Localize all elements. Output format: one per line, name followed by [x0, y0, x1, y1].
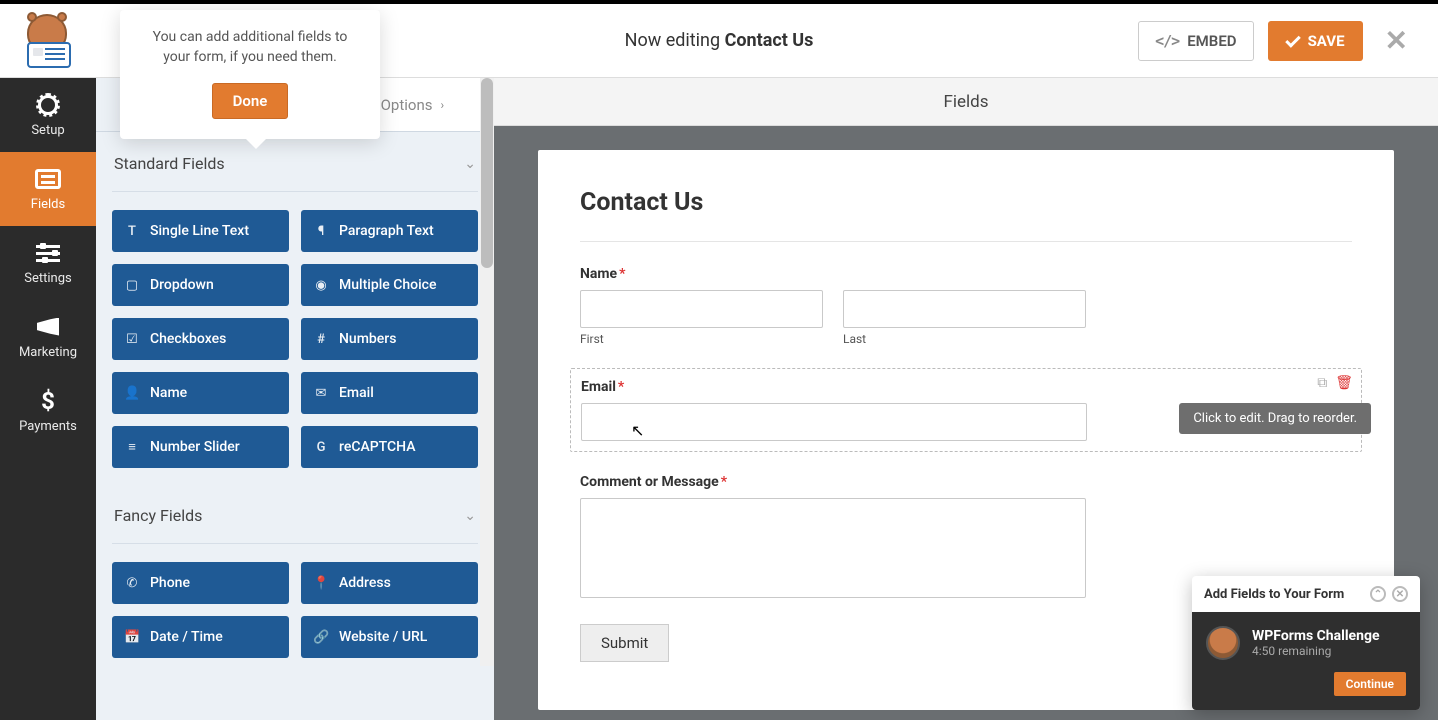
- form-title: Contact Us: [580, 188, 1352, 242]
- field-type-label: Paragraph Text: [339, 223, 434, 239]
- challenge-widget: Add Fields to Your Form ⌃ ✕ WPForms Chal…: [1192, 576, 1420, 710]
- challenge-collapse-icon[interactable]: ⌃: [1370, 586, 1386, 602]
- numbers-icon: #: [313, 332, 329, 347]
- chevron-down-icon: ⌄: [464, 156, 476, 172]
- embed-button[interactable]: </> EMBED: [1138, 21, 1253, 61]
- field-type-label: Numbers: [339, 331, 396, 347]
- field-type-date-time[interactable]: 📅 Date / Time: [112, 616, 289, 658]
- field-type-numbers[interactable]: # Numbers: [301, 318, 478, 360]
- field-email-selected[interactable]: ⧉ 🗑 Email* Click to edit. Drag to reorde…: [570, 368, 1362, 452]
- nav-fields[interactable]: Fields: [0, 152, 96, 226]
- field-type-checkboxes[interactable]: ☑ Checkboxes: [112, 318, 289, 360]
- field-type-label: Multiple Choice: [339, 277, 436, 293]
- field-type-multiple-choice[interactable]: ◉ Multiple Choice: [301, 264, 478, 306]
- recaptcha-icon: G: [313, 440, 329, 455]
- dropdown-icon: ▢: [124, 278, 140, 293]
- field-type-label: Email: [339, 385, 374, 401]
- name-icon: 👤: [124, 386, 140, 401]
- gear-icon: [38, 95, 58, 115]
- paragraph-text-icon: ¶: [313, 224, 329, 239]
- field-type-label: Dropdown: [150, 277, 214, 293]
- field-type-recaptcha[interactable]: GreCAPTCHA: [301, 426, 478, 468]
- nav-payments[interactable]: $ Payments: [0, 374, 96, 448]
- challenge-remaining: 4:50 remaining: [1252, 644, 1380, 658]
- challenge-avatar: [1206, 626, 1240, 660]
- field-type-label: Address: [339, 575, 391, 591]
- field-type-label: reCAPTCHA: [339, 439, 416, 455]
- close-icon[interactable]: ✕: [1377, 24, 1416, 57]
- save-button[interactable]: SAVE: [1268, 21, 1363, 61]
- megaphone-icon: [37, 318, 59, 336]
- email-icon: ✉: [313, 386, 329, 401]
- challenge-close-icon[interactable]: ✕: [1392, 586, 1408, 602]
- onboarding-popover: You can add additional fields to your fo…: [120, 10, 380, 139]
- field-type-website-url[interactable]: 🔗 Website / URL: [301, 616, 478, 658]
- field-type-label: Name: [150, 385, 187, 401]
- field-type-label: Checkboxes: [150, 331, 226, 347]
- phone-icon: ✆: [124, 576, 140, 591]
- check-icon: [1285, 32, 1301, 48]
- app-logo: [0, 4, 96, 78]
- section-fancy-fields[interactable]: Fancy Fields⌄: [112, 484, 478, 544]
- checkboxes-icon: ☑: [124, 332, 140, 347]
- fields-header-bar: Fields: [494, 78, 1438, 126]
- sublabel-first: First: [580, 332, 823, 346]
- editing-title: Now editing Contact Us: [625, 30, 814, 51]
- multiple-choice-icon: ◉: [313, 278, 329, 293]
- date-time-icon: 📅: [124, 630, 140, 645]
- edit-tooltip: Click to edit. Drag to reorder.: [1179, 403, 1371, 434]
- duplicate-icon[interactable]: ⧉: [1317, 375, 1327, 391]
- field-type-paragraph-text[interactable]: ¶ Paragraph Text: [301, 210, 478, 252]
- input-email[interactable]: [581, 403, 1087, 441]
- field-type-email[interactable]: ✉ Email: [301, 372, 478, 414]
- submit-button[interactable]: Submit: [580, 624, 669, 662]
- chevron-down-icon: ⌄: [464, 508, 476, 524]
- popover-done-button[interactable]: Done: [212, 83, 289, 119]
- field-type-number-slider[interactable]: ≡ Number Slider: [112, 426, 289, 468]
- field-type-single-line-text[interactable]: T Single Line Text: [112, 210, 289, 252]
- sublabel-last: Last: [843, 332, 1086, 346]
- chevron-right-icon: ›: [441, 98, 445, 112]
- single-line-text-icon: T: [124, 224, 140, 239]
- field-type-label: Number Slider: [150, 439, 240, 455]
- field-type-label: Phone: [150, 575, 190, 591]
- field-type-address[interactable]: 📍 Address: [301, 562, 478, 604]
- challenge-header: Add Fields to Your Form: [1204, 587, 1344, 602]
- field-type-dropdown[interactable]: ▢ Dropdown: [112, 264, 289, 306]
- field-type-label: Website / URL: [339, 629, 427, 645]
- website-url-icon: 🔗: [313, 630, 329, 645]
- nav-settings[interactable]: Settings: [0, 226, 96, 300]
- number-slider-icon: ≡: [124, 439, 140, 455]
- field-name[interactable]: Name* First Last: [580, 266, 1352, 346]
- field-type-label: Date / Time: [150, 629, 223, 645]
- challenge-continue-button[interactable]: Continue: [1334, 672, 1406, 696]
- nav-marketing[interactable]: Marketing: [0, 300, 96, 374]
- input-comment[interactable]: [580, 498, 1086, 598]
- dollar-icon: $: [41, 389, 55, 413]
- input-last-name[interactable]: [843, 290, 1086, 328]
- challenge-title: WPForms Challenge: [1252, 628, 1380, 644]
- section-standard-fields[interactable]: Standard Fields⌄: [112, 132, 478, 192]
- nav-setup[interactable]: Setup: [0, 78, 96, 152]
- field-type-label: Single Line Text: [150, 223, 249, 239]
- field-type-phone[interactable]: ✆ Phone: [112, 562, 289, 604]
- popover-text: You can add additional fields to your fo…: [142, 28, 358, 67]
- address-icon: 📍: [313, 576, 329, 591]
- left-nav: Setup Fields Settings Marketing $ Paymen…: [0, 78, 96, 720]
- form-icon: [35, 169, 61, 189]
- field-type-name[interactable]: 👤 Name: [112, 372, 289, 414]
- code-icon: </>: [1155, 32, 1179, 50]
- sliders-icon: [36, 243, 60, 263]
- input-first-name[interactable]: [580, 290, 823, 328]
- trash-icon[interactable]: 🗑: [1335, 375, 1353, 391]
- panel-scrollbar[interactable]: [480, 78, 494, 666]
- fields-panel: Add Fields⌄ Field Options› Standard Fiel…: [96, 78, 494, 720]
